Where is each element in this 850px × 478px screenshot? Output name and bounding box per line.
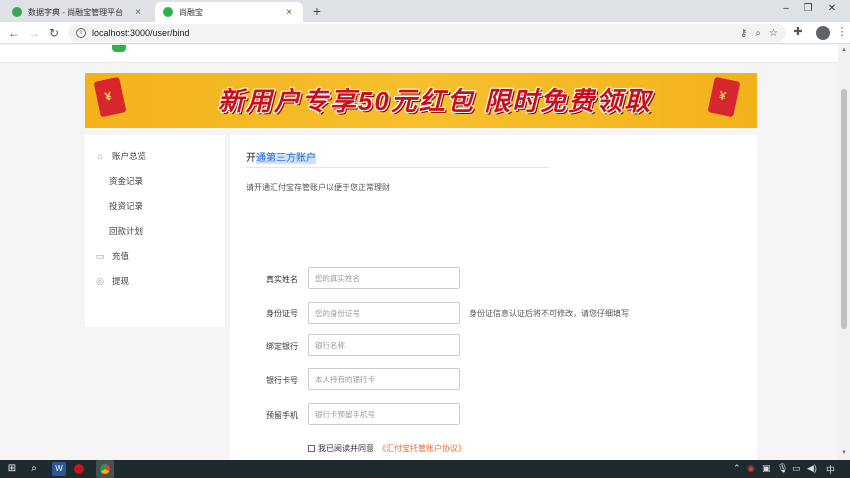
sidebar-item-overview[interactable]: ⌂ 账户总览 [95,149,146,163]
extensions-icon[interactable]: ✚ [790,25,806,38]
favicon-icon [12,7,22,17]
real-name-input[interactable] [308,267,460,289]
page-scrollbar[interactable]: ▲ ▼ [838,45,850,460]
red-packet-icon [93,76,127,118]
site-header [0,45,838,63]
browser-toolbar: ← → ↻ i localhost:3000/user/bind ⚷ ⌕ ☆ ✚… [0,22,850,44]
minimize-icon[interactable]: – [776,3,796,14]
title-prefix: 开 [246,153,256,164]
id-number-label: 身份证号 [266,309,298,318]
sidebar-item-fund-records[interactable]: 资金记录 [109,175,143,187]
zoom-icon[interactable]: ⌕ [755,28,761,39]
sidebar-item-invest-records[interactable]: 投资记录 [109,200,143,212]
tab-title: 尚融宝 [179,7,203,17]
bank-card-label: 银行卡号 [266,376,298,385]
windows-taskbar: ⊞ ⌕ W ⌃ ◉ ▣ 🎙 ▭ ◀) 中 [0,460,850,478]
search-icon[interactable]: ⌕ [27,462,41,476]
volume-icon[interactable]: ◀) [807,463,817,474]
restore-icon[interactable]: ❐ [798,3,818,14]
bank-name-label: 绑定银行 [266,342,298,351]
tray-app-icon[interactable]: ◉ [747,463,755,474]
sidebar-item-label: 账户总览 [112,151,147,161]
menu-kebab-icon[interactable]: ⋮ [834,25,850,38]
withdraw-icon: ◎ [96,276,104,286]
microphone-icon[interactable]: 🎙 [777,463,788,474]
id-number-hint: 身份证信息认证后将不可修改，请您仔细填写 [469,309,629,318]
account-sidebar: ⌂ 账户总览 资金记录 投资记录 回款计划 ▭ 充值 ◎ 提现 [85,135,225,327]
close-window-icon[interactable]: ✕ [822,3,842,14]
close-tab-icon[interactable]: × [283,7,295,18]
sidebar-item-repayment-plan[interactable]: 回款计划 [109,225,143,237]
sidebar-item-label: 提现 [112,276,130,286]
chrome-icon [100,464,110,474]
close-tab-icon[interactable]: × [132,7,144,18]
browser-tab-shangrongbao[interactable]: 尚融宝 × [155,2,303,22]
divider [246,167,549,168]
bind-account-panel: 开通第三方账户 请开通汇付宝存管账户以便于您正常理财 真实姓名 身份证号 身份证… [230,135,757,460]
page-viewport: 新用户专享50元红包 限时免费领取 ⌂ 账户总览 资金记录 投资记录 回款计划 … [0,45,838,460]
banner-slogan: 新用户专享50元红包 限时免费领取 [217,86,653,116]
agree-checkbox[interactable] [308,445,315,452]
bookmark-star-icon[interactable]: ☆ [769,28,778,39]
sidebar-item-withdraw[interactable]: ◎ 提现 [95,274,129,288]
favicon-icon [163,7,173,17]
agreement-row: 我已阅读并同意 《汇付宝托管账户协议》 [308,443,466,454]
home-icon: ⌂ [97,151,103,161]
card-icon: ▭ [95,251,105,261]
profile-avatar[interactable] [816,26,830,40]
tab-title: 数据字典 - 尚融宝管理平台 [28,7,124,17]
red-app-icon[interactable] [74,464,84,474]
browser-tab-data-dictionary[interactable]: 数据字典 - 尚融宝管理平台 × [4,2,152,22]
tray-chevron-icon[interactable]: ⌃ [733,463,741,474]
back-icon[interactable]: ← [6,25,22,41]
sidebar-item-recharge[interactable]: ▭ 充值 [95,249,129,263]
promo-banner[interactable]: 新用户专享50元红包 限时免费领取 [85,73,757,128]
scroll-down-icon[interactable]: ▼ [841,450,847,456]
word-app-icon[interactable]: W [52,462,66,476]
bank-name-input[interactable] [308,334,460,356]
site-info-icon[interactable]: i [76,28,86,38]
site-logo-icon[interactable] [112,45,126,52]
real-name-label: 真实姓名 [266,275,298,284]
mobile-label: 预留手机 [266,411,298,420]
sidebar-item-label: 充值 [112,251,130,261]
id-number-input[interactable] [308,302,460,324]
title-selected-text: 通第三方账户 [256,153,316,164]
page-title: 开通第三方账户 [246,149,316,164]
browser-tabstrip: 数据字典 - 尚融宝管理平台 × 尚融宝 × + – ❐ ✕ [0,0,850,22]
agreement-link[interactable]: 《汇付宝托管账户协议》 [378,443,466,454]
reload-icon[interactable]: ↻ [46,25,62,41]
page-subtitle: 请开通汇付宝存管账户以便于您正常理财 [246,183,390,192]
bank-card-input[interactable] [308,368,460,390]
display-icon[interactable]: ▭ [792,463,801,474]
key-icon[interactable]: ⚷ [740,28,747,39]
forward-icon[interactable]: → [26,25,42,41]
scroll-up-icon[interactable]: ▲ [841,47,847,53]
tray-network-icon[interactable]: ▣ [762,463,771,474]
ime-indicator[interactable]: 中 [826,463,835,476]
url-text[interactable]: localhost:3000/user/bind [92,28,740,38]
mobile-input[interactable] [308,403,460,425]
windows-start-icon[interactable]: ⊞ [5,462,19,476]
address-bar[interactable]: i localhost:3000/user/bind ⚷ ⌕ ☆ [68,24,786,42]
chrome-app-icon[interactable] [96,460,114,478]
new-tab-button[interactable]: + [309,3,325,19]
scroll-thumb[interactable] [841,89,847,329]
agree-text: 我已阅读并同意 [318,444,374,453]
